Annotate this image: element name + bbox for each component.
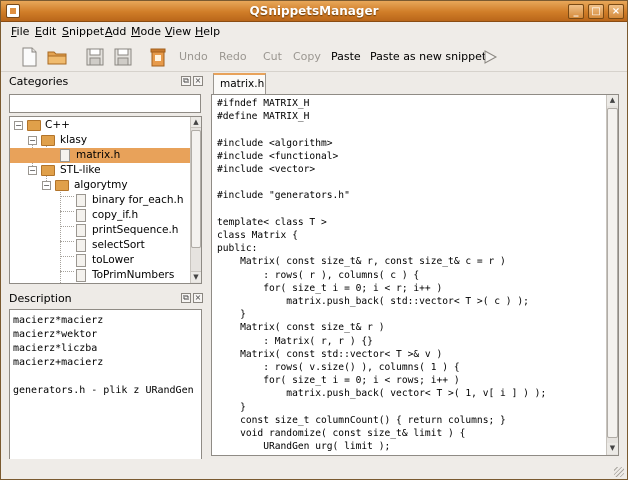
paste-button[interactable]: Paste [331, 50, 361, 63]
file-icon [76, 209, 86, 222]
toolbar: Undo Redo Cut Copy Paste Paste as new sn… [1, 42, 627, 72]
menu-help[interactable]: Help [195, 25, 220, 38]
file-icon [76, 239, 86, 252]
tree-item-print-sequence[interactable]: printSequence.h [10, 223, 192, 238]
open-folder-icon[interactable] [46, 46, 68, 68]
close-panel-icon[interactable]: × [193, 76, 203, 86]
tree-item-to-prim-numbers[interactable]: ToPrimNumbers [10, 268, 192, 283]
tree-item-stl-like[interactable]: − STL-like [10, 163, 192, 178]
status-bar [1, 459, 627, 479]
menu-mode[interactable]: Mode [131, 25, 161, 38]
tree-item-klasy[interactable]: − klasy [10, 133, 192, 148]
file-icon [76, 269, 86, 282]
float-panel-icon[interactable]: ⧉ [181, 293, 191, 303]
save-as-icon[interactable] [112, 46, 134, 68]
editor-scrollbar-thumb[interactable] [607, 108, 618, 438]
tree-item-cpp[interactable]: − C++ [10, 118, 192, 133]
tree-item-binary-for-each[interactable]: binary for_each.h [10, 193, 192, 208]
tree-item-to-lower[interactable]: toLower [10, 253, 192, 268]
scroll-up-icon[interactable]: ▲ [607, 95, 618, 106]
code-text[interactable]: #ifndef MATRIX_H #define MATRIX_H #inclu… [217, 97, 546, 453]
tree-item-to-upper[interactable]: toUpper [10, 283, 192, 284]
window-title: QSnippetsManager [249, 4, 379, 18]
menu-snippet[interactable]: Snippet [62, 25, 104, 38]
tree-item-select-sort[interactable]: selectSort [10, 238, 192, 253]
folder-icon [55, 180, 69, 191]
close-panel-icon[interactable]: × [193, 293, 203, 303]
tree-scrollbar[interactable]: ▲ ▼ [190, 117, 201, 283]
category-search-input[interactable] [9, 94, 201, 113]
resize-grip-icon[interactable] [614, 467, 624, 477]
collapse-icon[interactable]: − [28, 166, 37, 175]
tree-scrollbar-thumb[interactable] [191, 130, 201, 248]
tab-matrix-h[interactable]: matrix.h [213, 73, 266, 94]
cut-button[interactable]: Cut [263, 50, 282, 63]
app-window: QSnippetsManager _ □ × File Edit Snippet… [0, 0, 628, 480]
categories-title: Categories [9, 75, 69, 88]
minimize-icon[interactable]: _ [568, 4, 584, 19]
description-panel-header: Description ⧉ × [7, 290, 205, 308]
scroll-down-icon[interactable]: ▼ [191, 271, 201, 282]
tree-item-matrix-h[interactable]: matrix.h [10, 148, 192, 163]
scroll-up-icon[interactable]: ▲ [191, 117, 201, 128]
undo-button[interactable]: Undo [179, 50, 208, 63]
run-icon[interactable] [479, 46, 501, 68]
menu-file[interactable]: File [11, 25, 29, 38]
file-icon [76, 254, 86, 267]
menu-edit[interactable]: Edit [35, 25, 56, 38]
menu-add[interactable]: Add [105, 25, 126, 38]
scroll-down-icon[interactable]: ▼ [607, 443, 618, 454]
float-panel-icon[interactable]: ⧉ [181, 76, 191, 86]
collapse-icon[interactable]: − [28, 136, 37, 145]
redo-button[interactable]: Redo [219, 50, 247, 63]
folder-icon [27, 120, 41, 131]
title-bar[interactable]: QSnippetsManager _ □ × [1, 1, 627, 22]
file-icon [60, 149, 70, 162]
maximize-icon[interactable]: □ [588, 4, 604, 19]
editor-scrollbar[interactable]: ▲ ▼ [606, 95, 618, 455]
folder-icon [41, 165, 55, 176]
tree-item-copy-if[interactable]: copy_if.h [10, 208, 192, 223]
paste-as-new-snippet-button[interactable]: Paste as new snippet [370, 50, 486, 63]
copy-button[interactable]: Copy [293, 50, 321, 63]
categories-panel-header: Categories ⧉ × [7, 73, 205, 91]
description-title: Description [9, 292, 72, 305]
collapse-icon[interactable]: − [14, 121, 23, 130]
tree-item-algorytmy[interactable]: − algorytmy [10, 178, 192, 193]
file-icon [76, 194, 86, 207]
save-icon[interactable] [84, 46, 106, 68]
description-textarea[interactable]: macierz*macierz macierz*wektor macierz*l… [9, 309, 202, 479]
menu-bar: File Edit Snippet Add Mode View Help [1, 22, 627, 42]
close-icon[interactable]: × [608, 4, 624, 19]
file-icon [76, 224, 86, 237]
collapse-icon[interactable]: − [42, 181, 51, 190]
category-tree[interactable]: − C++ − klasy matrix.h − STL-like − algo… [9, 116, 202, 284]
code-editor[interactable]: #ifndef MATRIX_H #define MATRIX_H #inclu… [211, 94, 619, 456]
new-file-icon[interactable] [18, 46, 40, 68]
delete-icon[interactable] [147, 46, 169, 68]
menu-view[interactable]: View [165, 25, 191, 38]
folder-icon [41, 135, 55, 146]
